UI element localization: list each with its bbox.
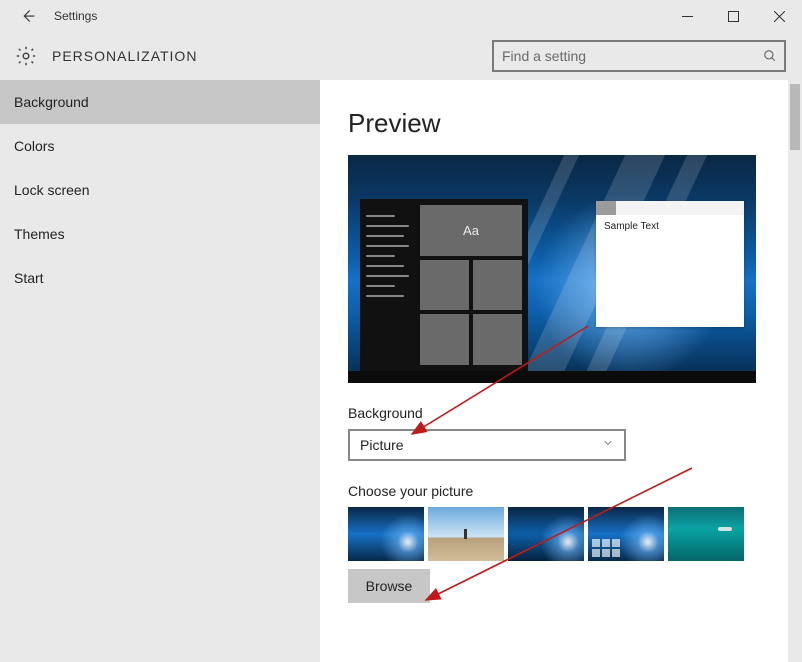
preview-start-menu: Aa (360, 199, 528, 371)
desktop-preview: Aa Sample Text (348, 155, 756, 383)
background-label: Background (348, 405, 774, 421)
sidebar-item-label: Themes (14, 226, 65, 242)
background-type-dropdown[interactable]: Picture (348, 429, 626, 461)
browse-button[interactable]: Browse (348, 569, 430, 603)
search-icon (756, 49, 784, 63)
dropdown-value: Picture (360, 437, 602, 453)
minimize-button[interactable] (664, 0, 710, 32)
page-title: PERSONALIZATION (52, 48, 197, 64)
search-input[interactable] (502, 48, 756, 64)
sidebar-item-label: Lock screen (14, 182, 89, 198)
content-pane: Preview Aa (320, 80, 802, 662)
sidebar-item-label: Colors (14, 138, 54, 154)
browse-button-label: Browse (366, 578, 413, 594)
picture-thumbnails (348, 507, 774, 561)
gear-icon (12, 42, 40, 70)
picture-thumb-2[interactable] (428, 507, 504, 561)
back-button[interactable] (12, 0, 44, 32)
chevron-down-icon (602, 436, 614, 454)
close-button[interactable] (756, 0, 802, 32)
window-controls (664, 0, 802, 32)
picture-thumb-5[interactable] (668, 507, 744, 561)
sidebar-item-start[interactable]: Start (0, 256, 320, 300)
main-split: Background Colors Lock screen Themes Sta… (0, 80, 802, 662)
maximize-button[interactable] (710, 0, 756, 32)
choose-picture-label: Choose your picture (348, 483, 774, 499)
sidebar-item-label: Background (14, 94, 89, 110)
sidebar: Background Colors Lock screen Themes Sta… (0, 80, 320, 662)
picture-thumb-4[interactable] (588, 507, 664, 561)
header: PERSONALIZATION (0, 32, 802, 80)
sidebar-item-background[interactable]: Background (0, 80, 320, 124)
preview-sample-window: Sample Text (596, 201, 744, 327)
picture-thumb-1[interactable] (348, 507, 424, 561)
scrollbar-thumb[interactable] (790, 84, 800, 150)
find-setting-search[interactable] (492, 40, 786, 72)
sidebar-item-lock-screen[interactable]: Lock screen (0, 168, 320, 212)
app-title: Settings (54, 9, 97, 23)
preview-aa-tile: Aa (420, 205, 522, 256)
sidebar-item-colors[interactable]: Colors (0, 124, 320, 168)
sidebar-item-label: Start (14, 270, 44, 286)
preview-heading: Preview (348, 108, 774, 139)
preview-sample-text: Sample Text (596, 215, 744, 238)
preview-taskbar (348, 371, 756, 383)
vertical-scrollbar[interactable] (788, 80, 802, 662)
sidebar-item-themes[interactable]: Themes (0, 212, 320, 256)
picture-thumb-3[interactable] (508, 507, 584, 561)
